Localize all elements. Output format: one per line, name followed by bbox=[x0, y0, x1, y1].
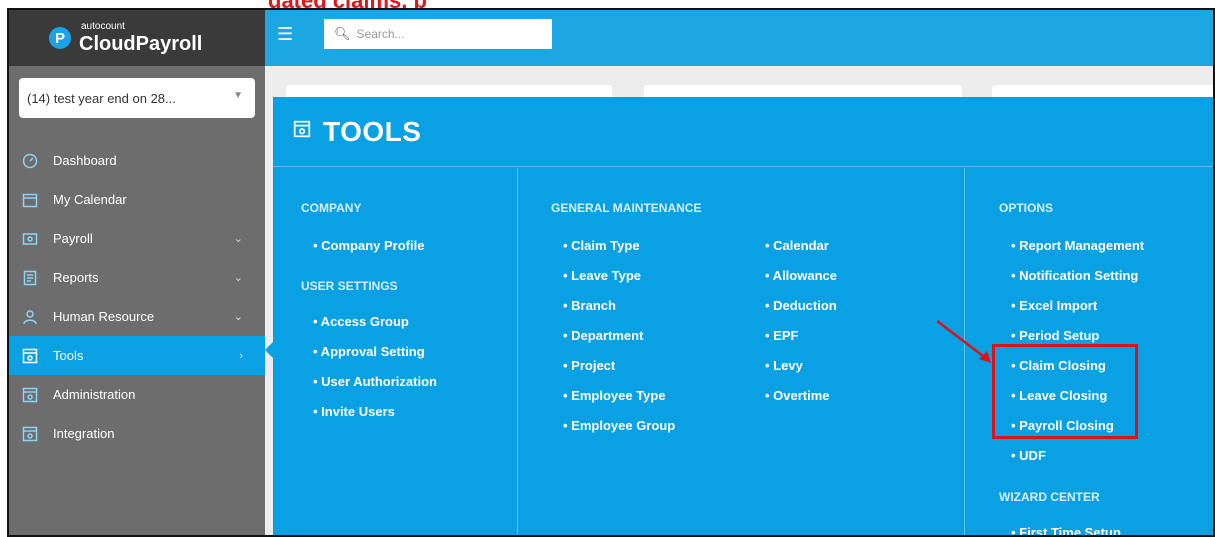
hamburger-menu-icon[interactable]: ☰ bbox=[277, 24, 297, 44]
sidebar-item-administration[interactable]: Administration bbox=[9, 375, 265, 414]
red-arrow-icon bbox=[936, 320, 991, 363]
company-select-value: (14) test year end on 28... bbox=[27, 90, 176, 106]
chevron-down-icon: ⌄ bbox=[233, 272, 243, 284]
sidebar-item-dashboard[interactable]: Dashboard bbox=[9, 141, 265, 180]
brand-small-text: autocount bbox=[81, 21, 125, 32]
sidebar: P autocount CloudPayroll (14) test year … bbox=[9, 10, 265, 535]
tools-title: TOOLS bbox=[323, 115, 422, 147]
chevron-down-icon: ⌄ bbox=[233, 311, 243, 323]
link-calendar[interactable]: • Calendar bbox=[765, 238, 829, 253]
caret-down-icon: ▼ bbox=[233, 90, 243, 101]
section-options-title: OPTIONS bbox=[999, 201, 1054, 215]
human-resource-icon bbox=[21, 308, 39, 326]
tools-panel: TOOLS COMPANY • Company Profile USER SET… bbox=[273, 97, 1213, 535]
integration-icon bbox=[21, 425, 39, 443]
tools-icon bbox=[293, 120, 311, 143]
link-notification-setting[interactable]: • Notification Setting bbox=[1011, 268, 1138, 283]
link-report-management[interactable]: • Report Management bbox=[1011, 238, 1144, 253]
sidebar-nav: Dashboard My Calendar Payroll ⌄ Reports bbox=[9, 141, 265, 453]
link-leave-type[interactable]: • Leave Type bbox=[563, 268, 641, 283]
app-window: P autocount CloudPayroll (14) test year … bbox=[7, 8, 1215, 537]
reports-icon bbox=[21, 269, 39, 287]
link-department[interactable]: • Department bbox=[563, 328, 643, 343]
tools-icon bbox=[21, 347, 39, 365]
company-select[interactable]: (14) test year end on 28... ▼ bbox=[19, 78, 255, 118]
calendar-icon bbox=[21, 191, 39, 209]
administration-icon bbox=[21, 386, 39, 404]
section-general-maintenance-title: GENERAL MAINTENANCE bbox=[551, 201, 702, 215]
link-company-profile[interactable]: • Company Profile bbox=[313, 238, 424, 253]
brand[interactable]: P autocount CloudPayroll bbox=[9, 10, 265, 66]
link-overtime[interactable]: • Overtime bbox=[765, 388, 830, 403]
link-period-setup[interactable]: • Period Setup bbox=[1011, 328, 1099, 343]
section-company-title: COMPANY bbox=[301, 201, 362, 215]
link-first-time-setup[interactable]: • First Time Setup bbox=[1011, 525, 1121, 535]
sidebar-item-reports[interactable]: Reports ⌄ bbox=[9, 258, 265, 297]
link-invite-users[interactable]: • Invite Users bbox=[313, 404, 395, 419]
tools-header: TOOLS bbox=[273, 97, 1213, 167]
brand-name: CloudPayroll bbox=[79, 33, 203, 55]
payroll-icon bbox=[21, 230, 39, 248]
link-branch[interactable]: • Branch bbox=[563, 298, 616, 313]
link-allowance[interactable]: • Allowance bbox=[765, 268, 837, 283]
link-user-authorization[interactable]: • User Authorization bbox=[313, 374, 437, 389]
link-access-group[interactable]: • Access Group bbox=[313, 314, 409, 329]
sidebar-item-payroll[interactable]: Payroll ⌄ bbox=[9, 219, 265, 258]
link-excel-import[interactable]: • Excel Import bbox=[1011, 298, 1097, 313]
chevron-right-icon: › bbox=[239, 349, 243, 362]
highlight-box bbox=[992, 344, 1138, 439]
section-user-settings-title: USER SETTINGS bbox=[301, 279, 398, 293]
chevron-down-icon: ⌄ bbox=[233, 233, 243, 245]
dashboard-icon bbox=[21, 152, 39, 170]
sidebar-item-tools[interactable]: Tools › bbox=[9, 336, 265, 375]
link-levy[interactable]: • Levy bbox=[765, 358, 803, 373]
link-claim-type[interactable]: • Claim Type bbox=[563, 238, 640, 253]
link-epf[interactable]: • EPF bbox=[765, 328, 798, 343]
link-employee-type[interactable]: • Employee Type bbox=[563, 388, 666, 403]
brand-logo-icon: P bbox=[49, 27, 71, 49]
search-input[interactable]: 🔍︎ Search... bbox=[324, 19, 552, 49]
column-divider bbox=[517, 168, 518, 535]
top-header: ☰ 🔍︎ Search... bbox=[265, 10, 1213, 66]
link-approval-setting[interactable]: • Approval Setting bbox=[313, 344, 425, 359]
search-placeholder: Search... bbox=[356, 27, 405, 41]
sidebar-item-human-resource[interactable]: Human Resource ⌄ bbox=[9, 297, 265, 336]
search-icon: 🔍︎ bbox=[334, 26, 351, 41]
link-project[interactable]: • Project bbox=[563, 358, 615, 373]
sidebar-item-integration[interactable]: Integration bbox=[9, 414, 265, 453]
link-udf[interactable]: • UDF bbox=[1011, 448, 1046, 463]
link-employee-group[interactable]: • Employee Group bbox=[563, 418, 675, 433]
sidebar-item-my-calendar[interactable]: My Calendar bbox=[9, 180, 265, 219]
section-wizard-center-title: WIZARD CENTER bbox=[999, 490, 1100, 504]
link-deduction[interactable]: • Deduction bbox=[765, 298, 837, 313]
